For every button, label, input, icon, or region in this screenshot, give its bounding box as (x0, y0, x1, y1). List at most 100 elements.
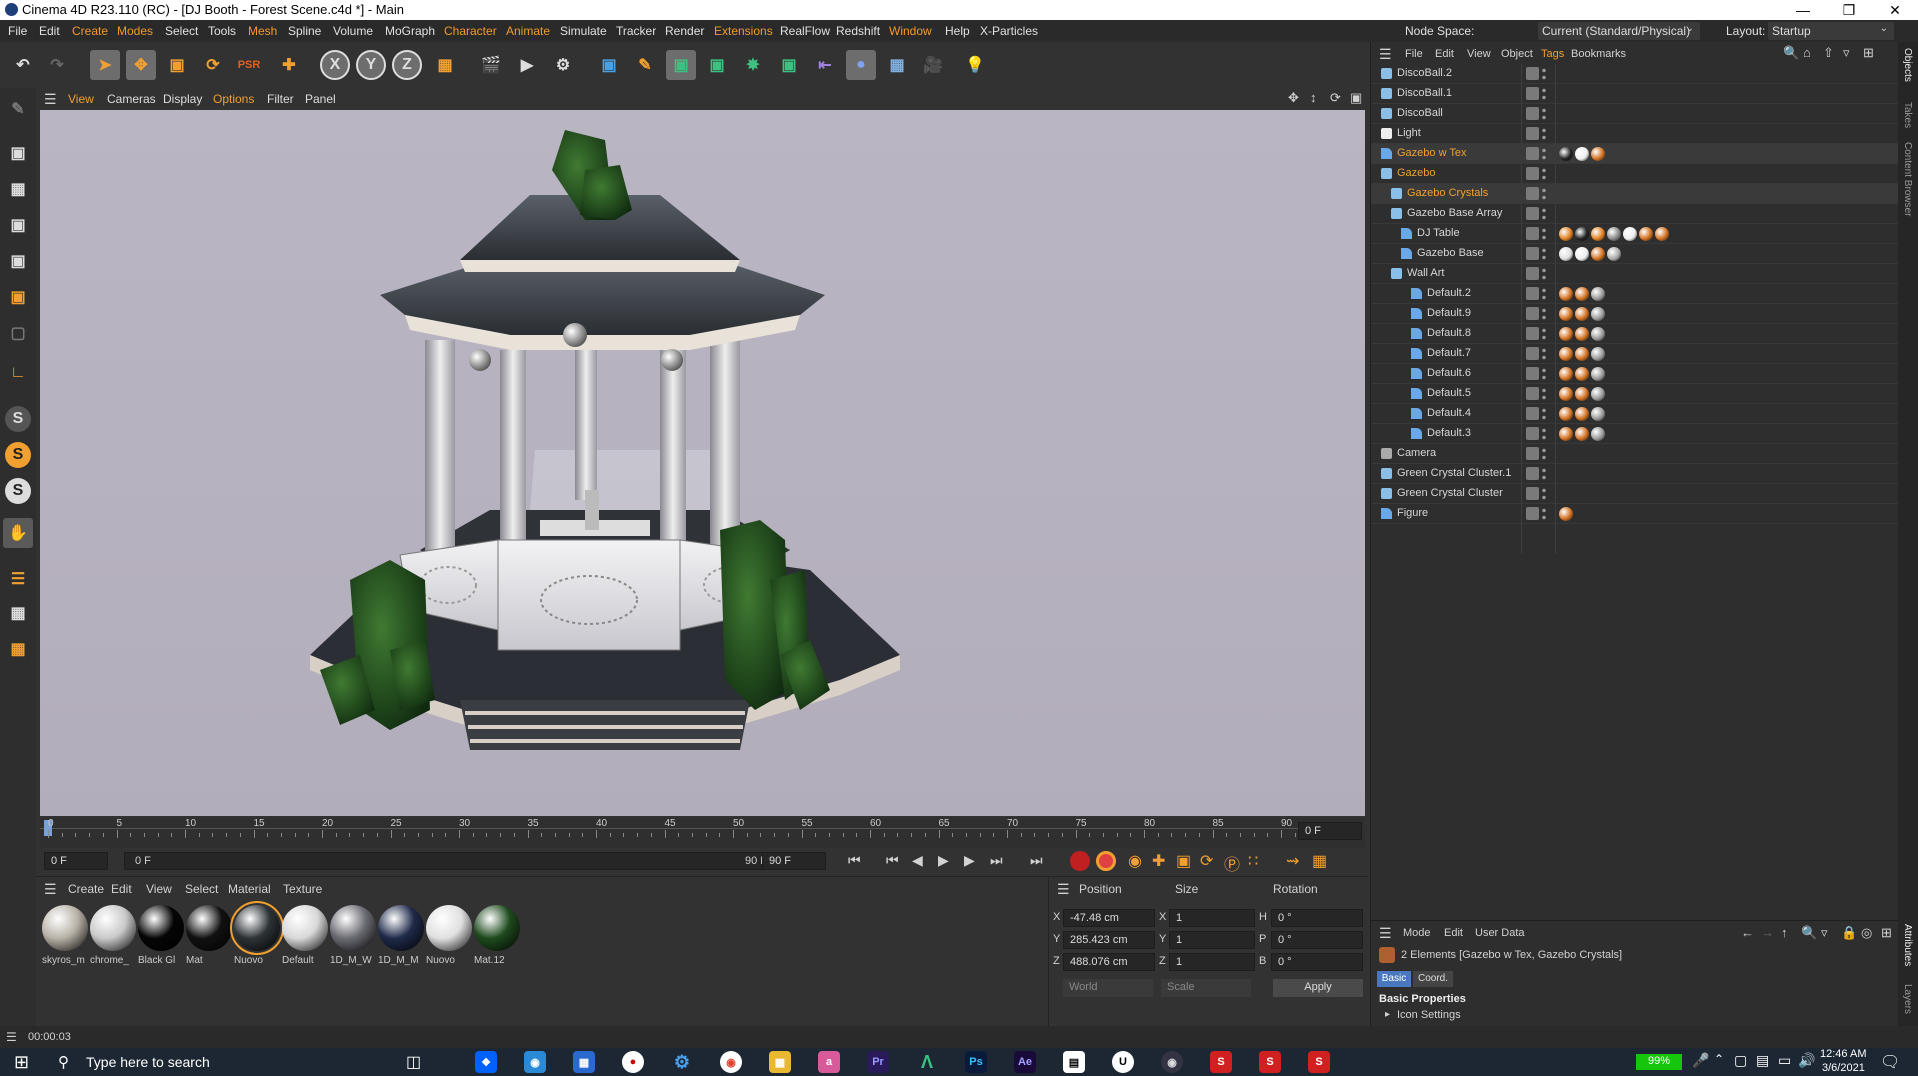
size-field[interactable]: 1 (1169, 953, 1255, 971)
record-icon[interactable] (1070, 851, 1090, 871)
meet-now-icon[interactable]: ▢ (1734, 1052, 1747, 1069)
menu-window[interactable]: Window (889, 24, 932, 38)
object-name[interactable]: Default.4 (1427, 407, 1471, 419)
key-rotation-icon[interactable]: ⟳ (1200, 851, 1213, 871)
material-tag-icon[interactable] (1591, 407, 1605, 421)
edit-visibility-icon[interactable] (1526, 67, 1539, 80)
attr-menu-mode[interactable]: Mode (1403, 927, 1431, 939)
edit-visibility-icon[interactable] (1526, 487, 1539, 500)
tab-coord[interactable]: Coord. (1413, 971, 1453, 987)
array-icon[interactable]: ▣ (774, 50, 804, 80)
object-row[interactable]: Green Crystal Cluster (1371, 484, 1899, 504)
previous-key-icon[interactable]: ⏮ (886, 852, 899, 869)
material-tag-icon[interactable] (1575, 327, 1589, 341)
windows-start-icon[interactable]: ⊞ (14, 1052, 29, 1073)
chevron-up-icon[interactable]: ⌃ (1714, 1052, 1724, 1066)
material-tag-icon[interactable] (1591, 287, 1605, 301)
edit-visibility-icon[interactable] (1526, 227, 1539, 240)
tweak-icon[interactable]: ✋ (3, 518, 33, 548)
edit-visibility-icon[interactable] (1526, 367, 1539, 380)
object-row[interactable]: Gazebo w Tex (1371, 144, 1899, 164)
object-name[interactable]: Gazebo Base (1417, 247, 1484, 259)
volume-icon[interactable]: 🔊 (1798, 1052, 1815, 1069)
material-tag-icon[interactable] (1623, 227, 1637, 241)
go-to-end-icon[interactable]: ⏭ (1030, 852, 1043, 869)
menu-tools[interactable]: Tools (208, 24, 236, 38)
rotation-field[interactable]: 0 ° (1271, 909, 1363, 927)
undo-icon[interactable]: ↶ (8, 50, 38, 80)
material-tag-icon[interactable] (1655, 227, 1669, 241)
material-tag-icon[interactable] (1575, 247, 1589, 261)
objects-menu-view[interactable]: View (1467, 48, 1491, 60)
material-tag-icon[interactable] (1591, 347, 1605, 361)
object-row[interactable]: DiscoBall.2 (1371, 64, 1899, 84)
unreal-icon[interactable]: U (1112, 1051, 1134, 1073)
notifications-icon[interactable]: 🗨 (1880, 1052, 1900, 1072)
edit-visibility-icon[interactable] (1526, 167, 1539, 180)
material-tag-icon[interactable] (1559, 507, 1573, 521)
apply-button[interactable]: Apply (1273, 979, 1363, 997)
rotation-field[interactable]: 0 ° (1271, 931, 1363, 949)
previous-frame-icon[interactable]: ◀ (912, 852, 923, 869)
visibility-dots-icon[interactable] (1542, 427, 1546, 441)
visibility-dots-icon[interactable] (1542, 67, 1546, 81)
visibility-dots-icon[interactable] (1542, 167, 1546, 181)
x-axis-lock-icon[interactable]: X (320, 50, 350, 80)
icon-settings-group[interactable]: Icon Settings (1397, 1009, 1461, 1021)
material-tag-icon[interactable] (1591, 387, 1605, 401)
chrome-icon[interactable]: ◉ (720, 1051, 742, 1073)
visibility-dots-icon[interactable] (1542, 407, 1546, 421)
motion-system-icon[interactable]: ⇝ (1286, 851, 1299, 871)
substance-designer-icon[interactable]: S (1259, 1051, 1281, 1073)
snap-settings-icon[interactable]: S (5, 442, 31, 468)
points-mode-icon[interactable]: ▣ (3, 210, 33, 240)
object-row[interactable]: Gazebo (1371, 164, 1899, 184)
forward-arrow-icon[interactable]: → (1761, 925, 1774, 940)
object-name[interactable]: Default.6 (1427, 367, 1471, 379)
material-tag-icon[interactable] (1559, 427, 1573, 441)
key-pla-icon[interactable]: ∷ (1248, 851, 1258, 871)
object-row[interactable]: Light (1371, 124, 1899, 144)
world-axis-icon[interactable]: ✚ (274, 50, 304, 80)
after-effects-icon[interactable]: Ae (1014, 1051, 1036, 1073)
material-swatch[interactable] (138, 905, 184, 951)
timeline-window-icon[interactable]: ▦ (1312, 851, 1327, 871)
visibility-dots-icon[interactable] (1542, 187, 1546, 201)
microphone-icon[interactable]: 🎤 (1692, 1052, 1709, 1069)
record-app-icon[interactable]: ● (622, 1051, 644, 1073)
material-tag-icon[interactable] (1607, 227, 1621, 241)
dropbox-icon[interactable]: ❖ (475, 1051, 497, 1073)
material-menu-view[interactable]: View (146, 882, 172, 896)
menu-redshift[interactable]: Redshift (836, 24, 880, 38)
rotation-field[interactable]: 0 ° (1271, 953, 1363, 971)
edit-visibility-icon[interactable] (1526, 267, 1539, 280)
filter-icon[interactable]: ▿ (1821, 925, 1828, 941)
visibility-dots-icon[interactable] (1542, 87, 1546, 101)
edit-visibility-icon[interactable] (1526, 467, 1539, 480)
material-swatch[interactable] (230, 901, 284, 955)
material-tag-icon[interactable] (1559, 147, 1573, 161)
layout-select[interactable]: Startup ⌄ (1768, 22, 1894, 40)
material-tag-icon[interactable] (1575, 147, 1589, 161)
search-icon[interactable]: 🔍 (1783, 45, 1799, 61)
hamburger-icon[interactable]: ☰ (44, 91, 57, 108)
visibility-dots-icon[interactable] (1542, 227, 1546, 241)
material-tag-icon[interactable] (1559, 347, 1573, 361)
tab-basic[interactable]: Basic (1377, 971, 1411, 987)
material-swatch[interactable] (186, 905, 232, 951)
object-row[interactable]: Default.7 (1371, 344, 1899, 364)
new-window-icon[interactable]: ⊞ (1863, 45, 1874, 61)
cube-icon[interactable]: ▣ (594, 50, 624, 80)
substance-painter-icon[interactable]: S (1308, 1051, 1330, 1073)
substance-icon[interactable]: S (1210, 1051, 1232, 1073)
material-tag-icon[interactable] (1591, 367, 1605, 381)
viewport-menu-options[interactable]: Options (213, 92, 254, 106)
z-axis-lock-icon[interactable]: Z (392, 50, 422, 80)
object-row[interactable]: Default.2 (1371, 284, 1899, 304)
next-frame-icon[interactable]: ▶ (964, 852, 975, 869)
make-editable-icon[interactable]: ✎ (3, 94, 33, 124)
material-menu-texture[interactable]: Texture (283, 882, 322, 896)
object-name[interactable]: Gazebo Base Array (1407, 207, 1502, 219)
menu-create[interactable]: Create (72, 24, 108, 38)
file-explorer-icon[interactable]: ▦ (769, 1051, 791, 1073)
